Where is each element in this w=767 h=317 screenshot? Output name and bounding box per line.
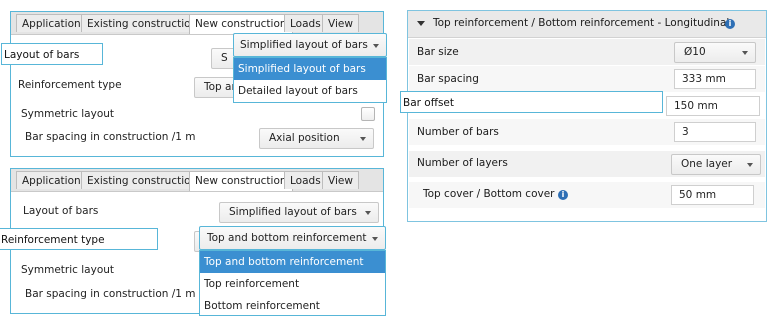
tab-application[interactable]: Application bbox=[16, 171, 87, 189]
layout-of-bars-value: Simplified layout of bars bbox=[229, 206, 357, 218]
chevron-down-icon bbox=[372, 237, 378, 241]
layout-of-bars-combo[interactable]: Simplified layout of bars bbox=[233, 33, 387, 57]
bar-size-value: Ø10 bbox=[684, 46, 706, 58]
section-header-title: Top reinforcement / Bottom reinforcement… bbox=[433, 17, 730, 29]
tab-existing-construction[interactable]: Existing construction bbox=[81, 14, 204, 32]
symmetric-layout-label: Symmetric layout bbox=[21, 108, 115, 120]
reinforcement-type-callout: Reinforcement type bbox=[0, 228, 158, 250]
layout-of-bars-dropdown: Simplified layout of bars Detailed layou… bbox=[233, 57, 387, 103]
tab-loads[interactable]: Loads bbox=[284, 14, 327, 32]
section-header[interactable]: Top reinforcement / Bottom reinforcement… bbox=[408, 11, 766, 38]
layout-of-bars-combo[interactable]: Simplified layout of bars bbox=[219, 202, 379, 223]
number-of-layers-row: Number of layers One layer bbox=[409, 151, 765, 177]
number-of-bars-label: Number of bars bbox=[417, 126, 499, 138]
bar-offset-callout: Bar offset bbox=[400, 91, 663, 113]
option-top-and-bottom[interactable]: Top and bottom reinforcement bbox=[200, 251, 385, 273]
number-of-layers-label: Number of layers bbox=[417, 157, 508, 169]
number-of-bars-row: Number of bars 3 bbox=[409, 119, 765, 145]
bar-spacing-row: Bar spacing 333 mm bbox=[409, 66, 765, 92]
chevron-down-icon bbox=[365, 211, 371, 215]
bar-offset-field[interactable]: 150 mm bbox=[666, 96, 760, 116]
reinforcement-type-value: Top and bottom reinforcement bbox=[207, 232, 367, 244]
number-of-layers-combo[interactable]: One layer bbox=[671, 154, 761, 175]
symmetric-layout-checkbox[interactable] bbox=[361, 107, 375, 121]
chevron-down-icon bbox=[360, 137, 366, 141]
symmetric-layout-label: Symmetric layout bbox=[21, 264, 115, 276]
bar-spacing-label: Bar spacing bbox=[417, 73, 479, 85]
tab-loads[interactable]: Loads bbox=[284, 171, 327, 189]
bar-spacing-value: Axial position bbox=[269, 132, 340, 144]
reinforcement-type-label: Reinforcement type bbox=[18, 79, 122, 91]
top-cover-label: Top cover / Bottom cover bbox=[423, 188, 555, 200]
option-top-reinforcement[interactable]: Top reinforcement bbox=[200, 273, 385, 295]
chevron-down-icon bbox=[373, 44, 379, 48]
tab-view[interactable]: View bbox=[322, 14, 359, 32]
tab-application[interactable]: Application bbox=[16, 14, 87, 32]
longitudinal-reinforcement-panel: Top reinforcement / Bottom reinforcement… bbox=[407, 10, 767, 222]
layout-partial-text: S bbox=[221, 52, 228, 64]
chevron-down-icon bbox=[742, 51, 748, 55]
bar-size-combo[interactable]: Ø10 bbox=[674, 42, 756, 63]
number-of-layers-value: One layer bbox=[681, 158, 733, 170]
tab-new-construction[interactable]: New construction bbox=[189, 171, 293, 191]
bar-spacing-label: Bar spacing in construction /1 m bbox=[25, 131, 196, 143]
layout-of-bars-value: Simplified layout of bars bbox=[240, 39, 368, 51]
tab-bar: Application Existing construction New co… bbox=[11, 12, 383, 35]
bar-size-label: Bar size bbox=[417, 46, 459, 58]
info-icon[interactable]: i bbox=[558, 190, 568, 200]
option-detailed-layout[interactable]: Detailed layout of bars bbox=[234, 80, 386, 102]
reinforcement-type-combo[interactable]: Top and bottom reinforcement bbox=[199, 226, 386, 250]
bar-size-row: Bar size Ø10 bbox=[409, 39, 765, 65]
layout-of-bars-label: Layout of bars bbox=[23, 205, 99, 217]
option-bottom-reinforcement[interactable]: Bottom reinforcement bbox=[200, 295, 385, 317]
layout-of-bars-callout: Layout of bars bbox=[1, 43, 103, 65]
collapse-triangle-icon[interactable] bbox=[417, 21, 425, 26]
top-cover-row: Top cover / Bottom cover i 50 mm bbox=[409, 182, 765, 208]
bar-spacing-combo[interactable]: Axial position bbox=[259, 128, 374, 149]
tab-existing-construction[interactable]: Existing construction bbox=[81, 171, 204, 189]
tab-view[interactable]: View bbox=[322, 171, 359, 189]
chevron-down-icon bbox=[747, 163, 753, 167]
bar-spacing-label: Bar spacing in construction /1 m bbox=[25, 288, 196, 300]
tab-new-construction[interactable]: New construction bbox=[189, 14, 293, 34]
option-simplified-layout[interactable]: Simplified layout of bars bbox=[234, 58, 386, 80]
info-icon[interactable]: i bbox=[725, 19, 735, 29]
top-cover-field[interactable]: 50 mm bbox=[671, 185, 754, 205]
bar-spacing-field[interactable]: 333 mm bbox=[674, 69, 756, 89]
tab-bar: Application Existing construction New co… bbox=[11, 169, 383, 192]
number-of-bars-field[interactable]: 3 bbox=[674, 122, 756, 142]
reinforcement-type-dropdown: Top and bottom reinforcement Top reinfor… bbox=[199, 250, 386, 316]
